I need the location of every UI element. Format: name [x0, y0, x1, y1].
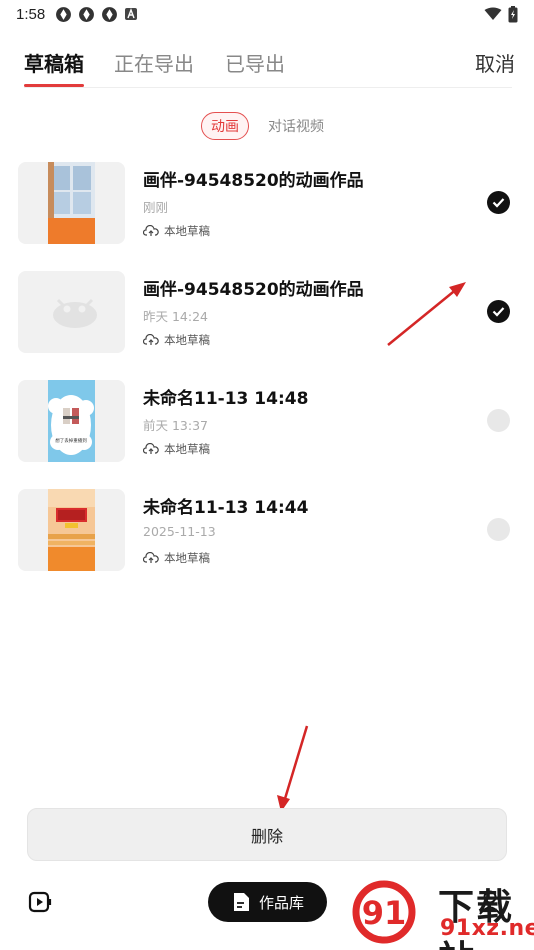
arrow-to-delete-button — [282, 725, 309, 803]
watermark: 91 下载站 91xz.net — [352, 876, 534, 950]
delete-button[interactable]: 删除 — [27, 808, 507, 861]
watermark-logo: 91 — [352, 880, 416, 944]
watermark-logo-text: 91 — [362, 894, 407, 932]
document-icon — [233, 893, 249, 911]
arrow-to-selected-draft — [387, 287, 459, 346]
watermark-url: 91xz.net — [440, 916, 534, 941]
video-camera-icon[interactable] — [28, 890, 56, 918]
works-library-label: 作品库 — [258, 893, 304, 912]
works-library-button[interactable]: 作品库 — [208, 882, 327, 922]
